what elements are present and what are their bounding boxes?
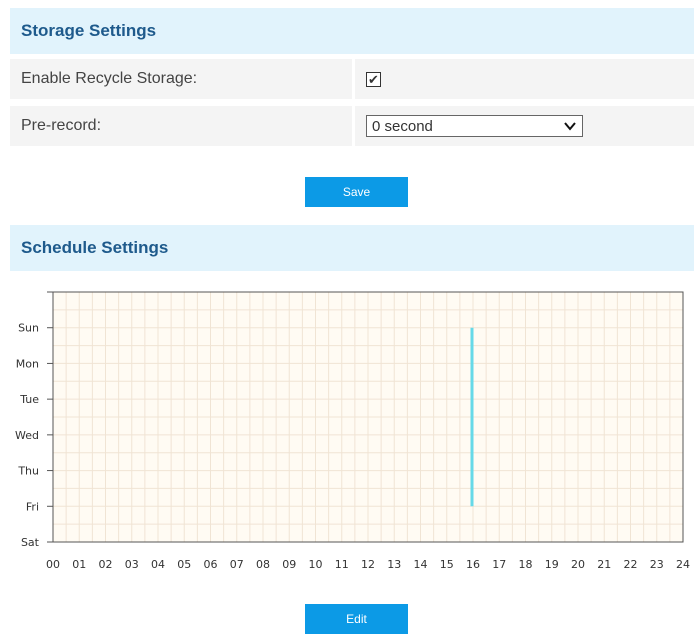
- schedule-grid[interactable]: Sun Mon Tue Wed Thu Fri Sat 00 01 02 03 04 05 06 07 08 0…: [0, 284, 694, 574]
- hour-label-14: 14: [414, 558, 428, 571]
- save-button[interactable]: Save: [305, 177, 408, 207]
- hour-label-13: 13: [387, 558, 401, 571]
- hour-label-17: 17: [492, 558, 506, 571]
- recycle-storage-row: Enable Recycle Storage: ✔: [10, 59, 694, 99]
- schedule-settings-header: Schedule Settings: [10, 225, 694, 271]
- prerecord-selected-value: 0 second: [372, 117, 433, 135]
- recycle-storage-checkbox[interactable]: ✔: [366, 71, 381, 87]
- hour-label-00: 00: [46, 558, 60, 571]
- hour-label-22: 22: [624, 558, 638, 571]
- recycle-storage-label: Enable Recycle Storage:: [10, 59, 355, 99]
- day-label-sun: Sun: [18, 322, 39, 335]
- hour-label-23: 23: [650, 558, 664, 571]
- hour-label-09: 09: [282, 558, 296, 571]
- hour-label-15: 15: [440, 558, 454, 571]
- storage-settings-header: Storage Settings: [10, 8, 694, 54]
- storage-settings-title: Storage Settings: [21, 21, 157, 40]
- hour-label-05: 05: [177, 558, 191, 571]
- hour-label-18: 18: [519, 558, 533, 571]
- hour-label-11: 11: [335, 558, 349, 571]
- hour-label-08: 08: [256, 558, 270, 571]
- hour-label-21: 21: [597, 558, 611, 571]
- hour-label-10: 10: [309, 558, 323, 571]
- day-label-tue: Tue: [19, 393, 39, 406]
- hour-label-03: 03: [125, 558, 139, 571]
- schedule-settings-title: Schedule Settings: [21, 238, 169, 257]
- day-label-sat: Sat: [21, 536, 40, 549]
- prerecord-select[interactable]: 0 second: [366, 115, 583, 137]
- prerecord-label: Pre-record:: [10, 106, 355, 146]
- day-label-wed: Wed: [15, 429, 39, 442]
- hour-label-02: 02: [99, 558, 113, 571]
- day-label-fri: Fri: [26, 500, 39, 513]
- check-icon: ✔: [368, 71, 379, 87]
- hour-label-16: 16: [466, 558, 480, 571]
- day-label-thu: Thu: [17, 465, 39, 478]
- hour-label-07: 07: [230, 558, 244, 571]
- prerecord-row: Pre-record: 0 second: [10, 106, 694, 146]
- hour-label-19: 19: [545, 558, 559, 571]
- hour-label-01: 01: [72, 558, 86, 571]
- edit-button[interactable]: Edit: [305, 604, 408, 634]
- chevron-down-icon: [564, 122, 576, 131]
- hour-label-06: 06: [204, 558, 218, 571]
- hour-label-24: 24: [676, 558, 690, 571]
- day-label-mon: Mon: [16, 357, 39, 370]
- hour-label-04: 04: [151, 558, 165, 571]
- hour-label-12: 12: [361, 558, 375, 571]
- hour-label-20: 20: [571, 558, 585, 571]
